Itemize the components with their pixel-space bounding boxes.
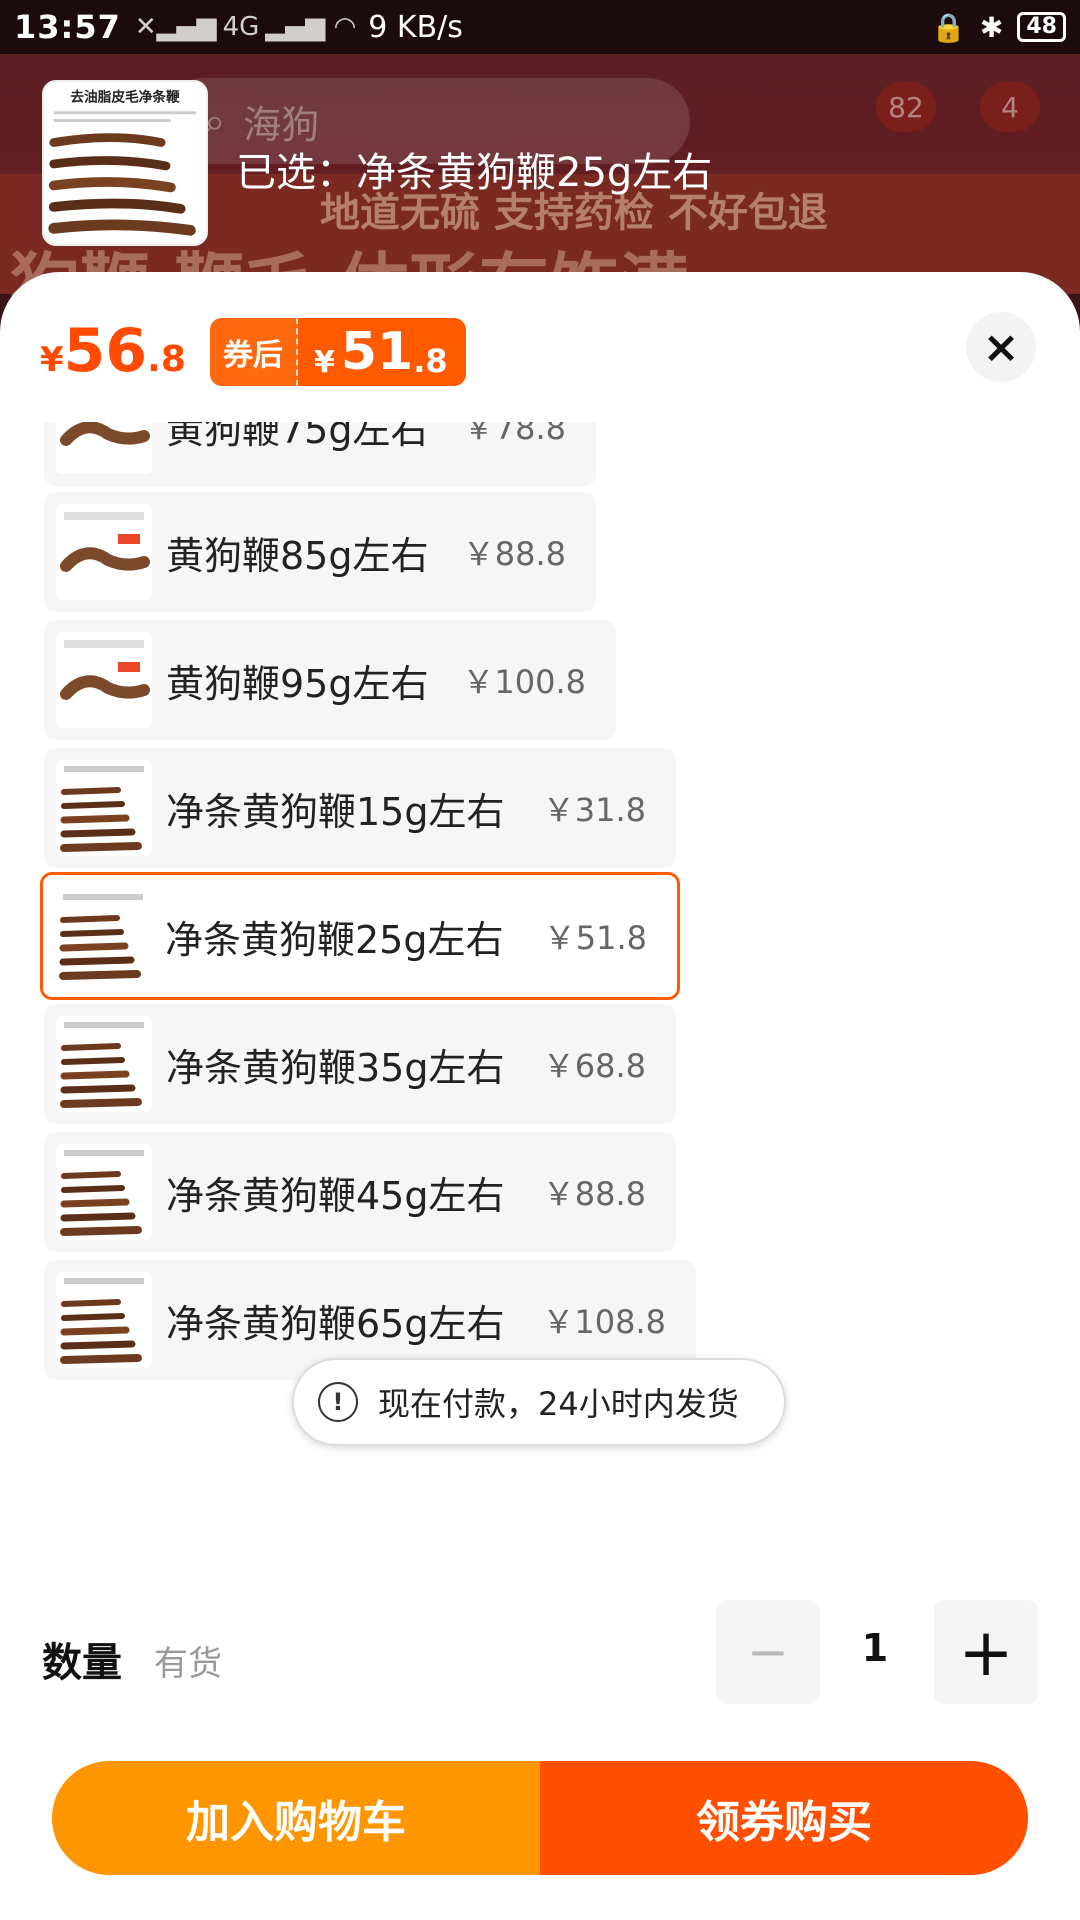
clock: 13:57 [14,8,121,46]
price-currency: ¥ [40,340,64,380]
variant-thumbnail [56,632,152,728]
close-button[interactable]: × [966,312,1036,382]
variant-price: ￥88.8 [462,535,566,573]
variant-option[interactable]: 净条黄狗鞭15g左右 ￥31.8 [44,748,676,868]
network-type: 4G [222,12,260,42]
lock-icon: 🔒 [931,10,966,44]
variant-name: 净条黄狗鞭15g左右 [166,789,505,834]
variant-price: ￥68.8 [542,1047,646,1085]
close-icon: × [982,321,1020,373]
coupon-decimal: .8 [413,342,448,380]
info-icon: ! [318,1382,358,1422]
signal-icon: ✕▂▄▆ 4G ▂▄▆ ◠ [134,12,357,42]
variant-price: ￥31.8 [542,791,646,829]
variant-name: 黄狗鞭75g左右 [166,422,429,452]
coupon-currency: ¥ [314,345,335,380]
coupon-price: ¥51.8 [298,318,466,386]
toast-text: 现在付款，24小时内发货 [378,1385,739,1423]
battery-icon: 48 [1017,12,1066,42]
product-photo: 去油脂皮毛净条鞭 [44,82,206,244]
thumb-caption: 去油脂皮毛净条鞭 [70,89,180,106]
variant-name: 净条黄狗鞭25g左右 [165,917,504,962]
variant-thumbnail [56,760,152,856]
network-speed: 9 KB/s [368,9,463,45]
add-to-cart-button[interactable]: 加入购物车 [52,1761,540,1875]
quantity-decrease-button[interactable]: − [716,1600,820,1704]
quantity-increase-button[interactable]: + [934,1600,1038,1704]
variant-price: ￥108.8 [542,1303,666,1341]
variant-thumbnail [55,888,151,984]
variant-option[interactable]: 黄狗鞭95g左右 ￥100.8 [44,620,616,740]
price-value: ¥56.8 [40,316,186,386]
variant-option[interactable]: 净条黄狗鞭25g左右 ￥51.8 [40,872,680,1000]
more-badge: 4 [980,82,1040,132]
bluetooth-icon: ✱ [979,10,1004,44]
variant-thumbnail [56,504,152,600]
quantity-value[interactable]: 1 [850,1626,900,1670]
status-right: 🔒 ✱ 48 [931,11,1066,44]
variant-price: ￥88.8 [542,1175,646,1213]
selected-product-image[interactable]: 去油脂皮毛净条鞭 [42,80,208,246]
variant-option[interactable]: 黄狗鞭85g左右 ￥88.8 [44,492,596,612]
variant-name: 黄狗鞭85g左右 [166,533,429,578]
selected-variant-label: 已选：净条黄狗鞭25g左右 [236,150,713,196]
claim-coupon-buy-button[interactable]: 领券购买 [540,1761,1028,1875]
coupon-price-badge: 券后 ¥51.8 [210,318,466,386]
quantity-label: 数量 [42,1640,122,1686]
variant-option[interactable]: 净条黄狗鞭45g左右 ￥88.8 [44,1132,676,1252]
variant-thumbnail [56,422,152,474]
price: ¥56.8 [40,316,186,386]
toast: ! 现在付款，24小时内发货 [292,1358,786,1446]
variant-name: 净条黄狗鞭45g左右 [166,1173,505,1218]
variant-option[interactable]: 黄狗鞭75g左右 ￥78.8 [44,422,596,486]
coupon-tag: 券后 [210,318,298,386]
action-bar: 加入购物车 领券购买 [52,1761,1028,1875]
variant-name: 黄狗鞭95g左右 [166,661,429,706]
variant-list[interactable]: 黄狗鞭75g左右 ￥78.8 黄狗鞭85g左右 ￥88.8 黄狗鞭95g左右 ￥100.8… [0,422,1080,1472]
price-decimal: .8 [147,339,186,380]
status-bar: 13:57 ✕▂▄▆ 4G ▂▄▆ ◠ 9 KB/s 🔒 ✱ 48 [0,0,1080,54]
stock-status: 有货 [154,1644,222,1684]
variant-thumbnail [56,1016,152,1112]
price-integer: 56 [63,316,148,386]
cart-badge: 82 [876,82,936,132]
variant-price: ￥51.8 [543,919,647,957]
variant-option[interactable]: 净条黄狗鞭35g左右 ￥68.8 [44,1004,676,1124]
plus-icon: + [958,1613,1014,1691]
variant-price: ￥100.8 [462,663,586,701]
variant-thumbnail [56,1272,152,1368]
coupon-integer: 51 [340,322,414,382]
variant-name: 净条黄狗鞭65g左右 [166,1301,505,1346]
sku-sheet: ¥56.8 券后 ¥51.8 × 黄狗鞭75g左右 ￥78.8 黄狗鞭85g左右 ￥8… [0,272,1080,1920]
variant-name: 净条黄狗鞭35g左右 [166,1045,505,1090]
minus-icon: − [747,1623,789,1681]
variant-thumbnail [56,1144,152,1240]
variant-price: ￥78.8 [462,422,566,447]
